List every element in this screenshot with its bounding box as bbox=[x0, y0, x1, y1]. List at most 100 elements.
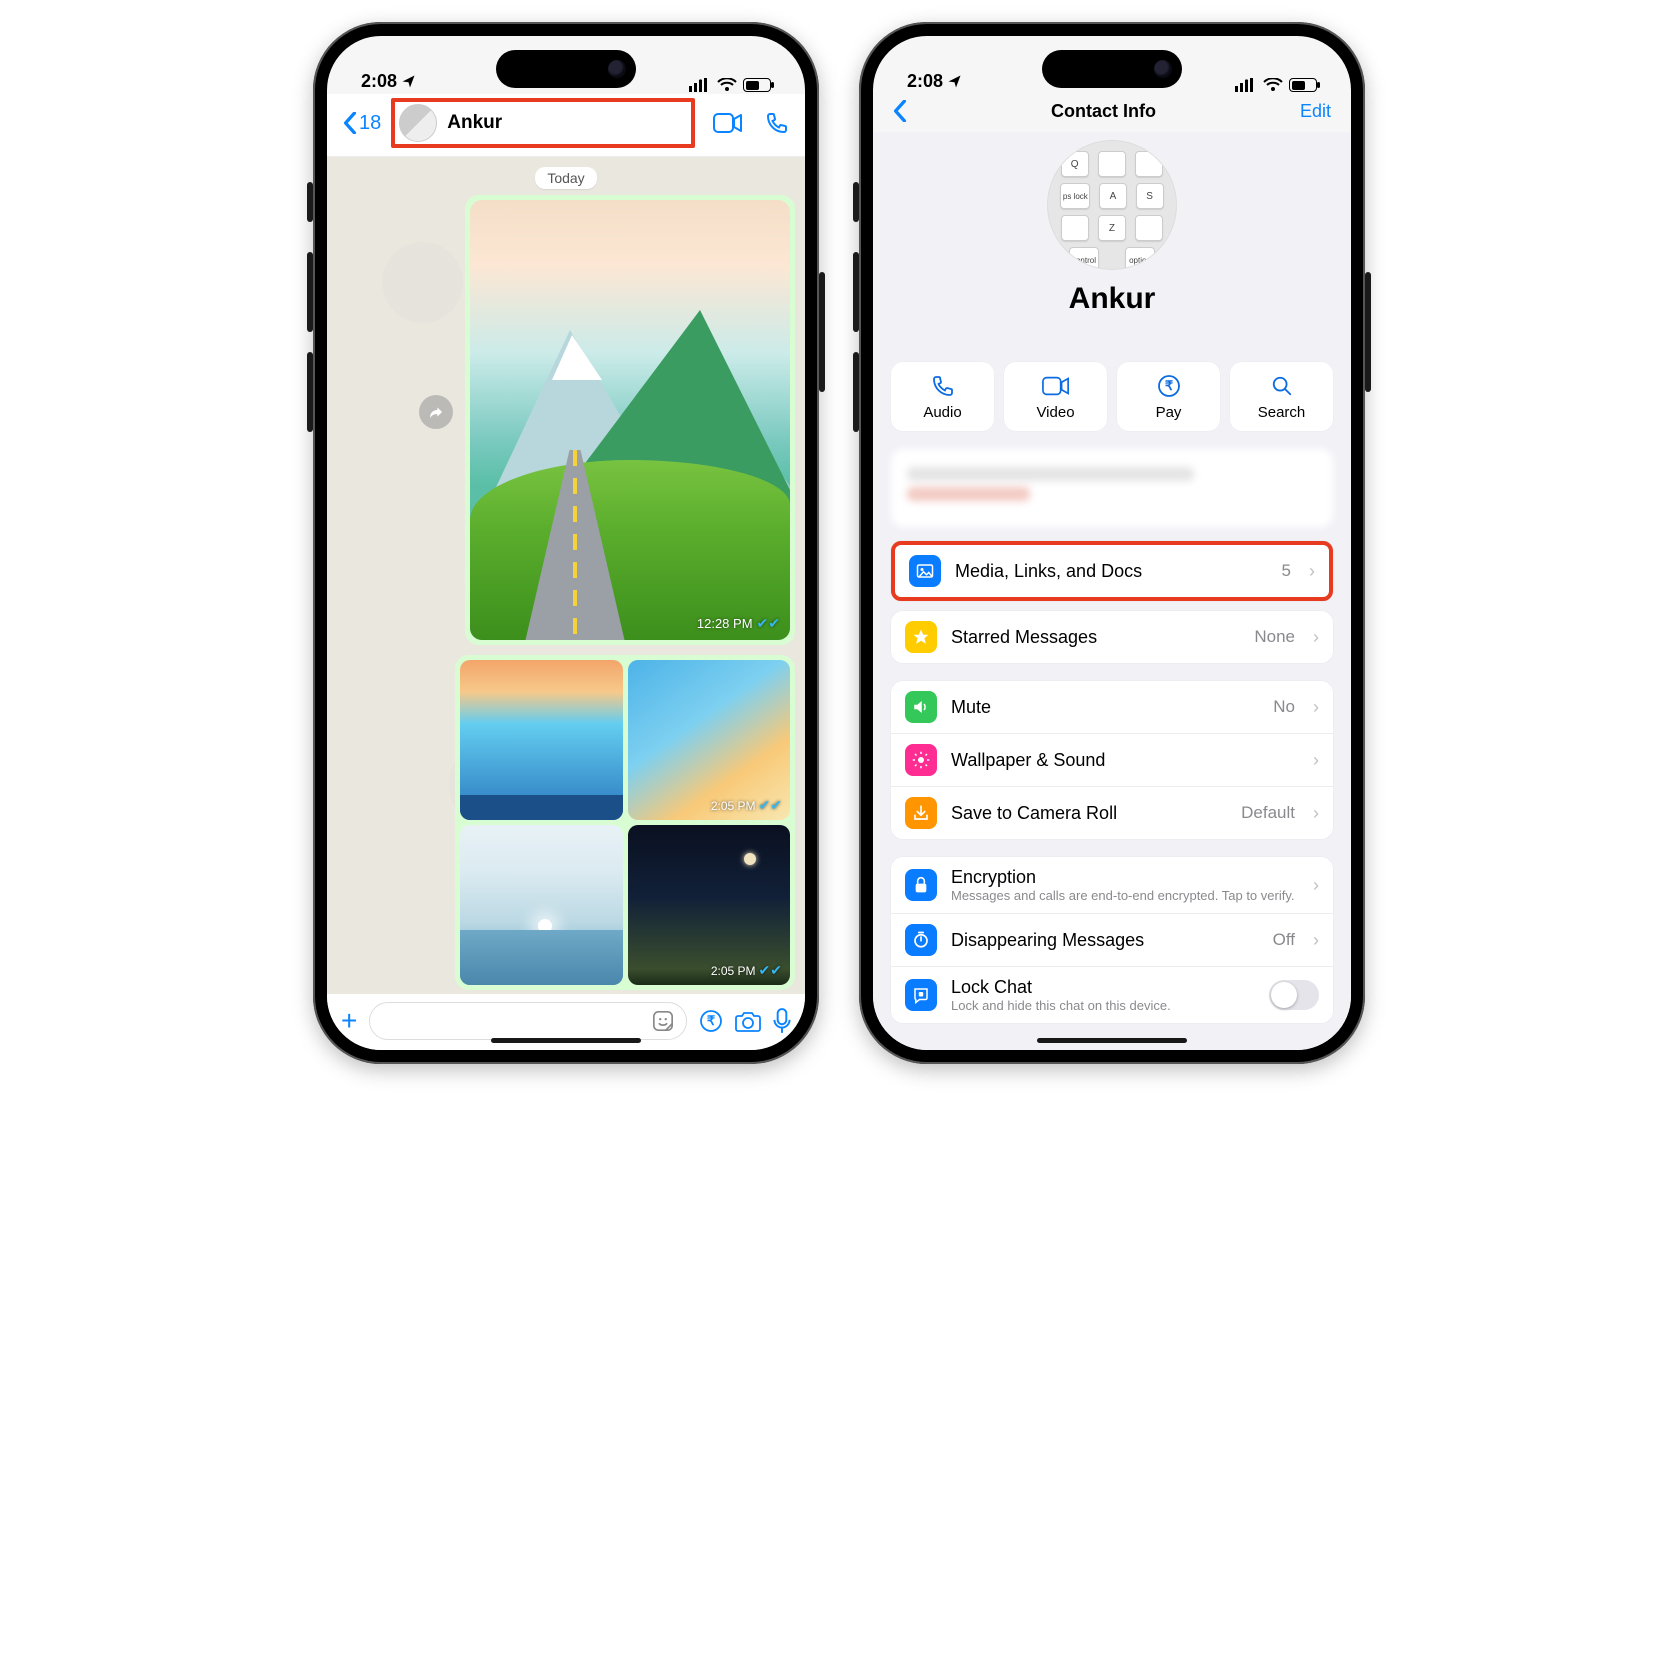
search-icon bbox=[1271, 374, 1293, 398]
attach-button[interactable]: + bbox=[341, 1005, 357, 1037]
action-label: Video bbox=[1036, 404, 1074, 421]
battery-icon bbox=[743, 78, 771, 92]
volume-up bbox=[307, 252, 313, 332]
timestamp: 2:05 PM bbox=[543, 799, 588, 813]
power-button bbox=[819, 272, 825, 392]
sent-image-thumb[interactable]: 2:05 PM✔✔ bbox=[460, 825, 623, 985]
contact-name: Ankur bbox=[447, 112, 502, 134]
encryption-row[interactable]: Encryption Messages and calls are end-to… bbox=[891, 857, 1333, 913]
video-icon bbox=[1042, 374, 1070, 398]
mic-icon[interactable] bbox=[773, 1008, 791, 1034]
wifi-icon bbox=[717, 78, 737, 92]
phone-left: 2:08 18 Ankur bbox=[313, 22, 819, 1064]
row-subtitle: Messages and calls are end-to-end encryp… bbox=[951, 888, 1299, 903]
contact-name: Ankur bbox=[873, 282, 1351, 316]
row-label: Encryption bbox=[951, 867, 1299, 888]
timer-icon bbox=[905, 924, 937, 956]
action-label: Audio bbox=[923, 404, 961, 421]
download-icon bbox=[905, 797, 937, 829]
wallpaper-icon bbox=[905, 744, 937, 776]
phone-right: 2:08 Contact Info Edit bbox=[859, 22, 1365, 1064]
camera-icon[interactable] bbox=[735, 1009, 761, 1033]
page-title: Contact Info bbox=[1051, 101, 1156, 122]
voice-call-icon[interactable] bbox=[765, 111, 789, 135]
wallpaper-sound-row[interactable]: Wallpaper & Sound › bbox=[891, 733, 1333, 786]
audio-call-button[interactable]: Audio bbox=[891, 362, 994, 431]
pay-button[interactable]: ₹ Pay bbox=[1117, 362, 1220, 431]
avatar[interactable]: Q ps lockAS Z controloption bbox=[1047, 140, 1177, 270]
back-button[interactable]: 18 bbox=[343, 112, 381, 135]
star-icon bbox=[905, 621, 937, 653]
home-indicator[interactable] bbox=[491, 1038, 641, 1043]
volume-down bbox=[853, 352, 859, 432]
sent-image-thumb[interactable]: 2:05 PM✔✔ bbox=[460, 660, 623, 820]
save-camera-roll-row[interactable]: Save to Camera Roll Default › bbox=[891, 786, 1333, 839]
media-links-docs-row[interactable]: Media, Links, and Docs 5 › bbox=[895, 545, 1329, 597]
video-call-button[interactable]: Video bbox=[1004, 362, 1107, 431]
row-label: Lock Chat bbox=[951, 977, 1255, 998]
chevron-right-icon: › bbox=[1309, 561, 1315, 582]
image-message[interactable]: 12:28 PM ✔✔ bbox=[465, 195, 795, 645]
lock-chat-toggle[interactable] bbox=[1269, 980, 1319, 1010]
back-count: 18 bbox=[359, 112, 381, 135]
date-pill: Today bbox=[535, 167, 596, 189]
timestamp: 12:28 PM bbox=[697, 616, 753, 631]
rupee-icon[interactable]: ₹ bbox=[699, 1009, 723, 1033]
row-label: Media, Links, and Docs bbox=[955, 561, 1268, 582]
phone-icon bbox=[931, 374, 955, 398]
sent-image-thumb[interactable]: 2:05 PM✔✔ bbox=[628, 660, 791, 820]
image-grid-message[interactable]: 2:05 PM✔✔ 2:05 PM✔✔ 2:05 PM✔✔ 2:05 PM✔✔ bbox=[455, 655, 795, 990]
wifi-icon bbox=[1263, 78, 1283, 92]
row-subtitle: Lock and hide this chat on this device. bbox=[951, 998, 1255, 1013]
message-input[interactable] bbox=[369, 1002, 687, 1040]
chat-lock-icon bbox=[905, 979, 937, 1011]
volume-up bbox=[853, 252, 859, 332]
chevron-right-icon: › bbox=[1313, 750, 1319, 771]
dynamic-island bbox=[496, 50, 636, 88]
mute-row[interactable]: Mute No › bbox=[891, 681, 1333, 733]
chevron-right-icon: › bbox=[1313, 875, 1319, 896]
location-icon bbox=[401, 74, 416, 89]
home-indicator[interactable] bbox=[1037, 1038, 1187, 1043]
chat-body[interactable]: Today 12:28 PM ✔✔ bbox=[327, 157, 805, 994]
edit-button[interactable]: Edit bbox=[1300, 101, 1331, 122]
read-ticks-icon: ✔✔ bbox=[591, 962, 614, 979]
svg-text:₹: ₹ bbox=[1164, 378, 1173, 393]
action-label: Search bbox=[1258, 404, 1306, 421]
read-ticks-icon: ✔✔ bbox=[591, 797, 614, 814]
sent-image-thumb[interactable]: 2:05 PM✔✔ bbox=[628, 825, 791, 985]
row-label: Save to Camera Roll bbox=[951, 803, 1227, 824]
back-button[interactable] bbox=[893, 100, 907, 122]
svg-text:₹: ₹ bbox=[707, 1013, 716, 1028]
timestamp: 2:05 PM bbox=[711, 799, 756, 813]
contact-header-chip[interactable]: Ankur bbox=[391, 98, 695, 148]
media-group: Media, Links, and Docs 5 › bbox=[891, 541, 1333, 601]
starred-messages-row[interactable]: Starred Messages None › bbox=[891, 611, 1333, 663]
read-ticks-icon: ✔✔ bbox=[757, 615, 780, 632]
rupee-icon: ₹ bbox=[1157, 374, 1181, 398]
row-value: Default bbox=[1241, 803, 1295, 823]
chevron-right-icon: › bbox=[1313, 930, 1319, 951]
video-call-icon[interactable] bbox=[713, 112, 743, 134]
action-label: Pay bbox=[1156, 404, 1182, 421]
location-icon bbox=[947, 74, 962, 89]
contact-phone-section[interactable] bbox=[891, 449, 1333, 527]
silent-switch bbox=[307, 182, 313, 222]
forward-icon[interactable] bbox=[419, 395, 453, 429]
lock-chat-row[interactable]: Lock Chat Lock and hide this chat on thi… bbox=[891, 966, 1333, 1023]
sticker-icon[interactable] bbox=[652, 1010, 674, 1032]
cellular-icon bbox=[1235, 78, 1257, 92]
dynamic-island bbox=[1042, 50, 1182, 88]
row-label: Disappearing Messages bbox=[951, 930, 1259, 951]
silent-switch bbox=[853, 182, 859, 222]
row-label: Wallpaper & Sound bbox=[951, 750, 1299, 771]
clock: 2:08 bbox=[361, 71, 397, 92]
contact-summary: Q ps lockAS Z controloption Ankur bbox=[873, 132, 1351, 348]
chat-header: 18 Ankur bbox=[327, 94, 805, 157]
chevron-right-icon: › bbox=[1313, 697, 1319, 718]
search-button[interactable]: Search bbox=[1230, 362, 1333, 431]
power-button bbox=[1365, 272, 1371, 392]
contact-info-header: Contact Info Edit bbox=[873, 94, 1351, 132]
disappearing-messages-row[interactable]: Disappearing Messages Off › bbox=[891, 913, 1333, 966]
avatar bbox=[399, 104, 437, 142]
